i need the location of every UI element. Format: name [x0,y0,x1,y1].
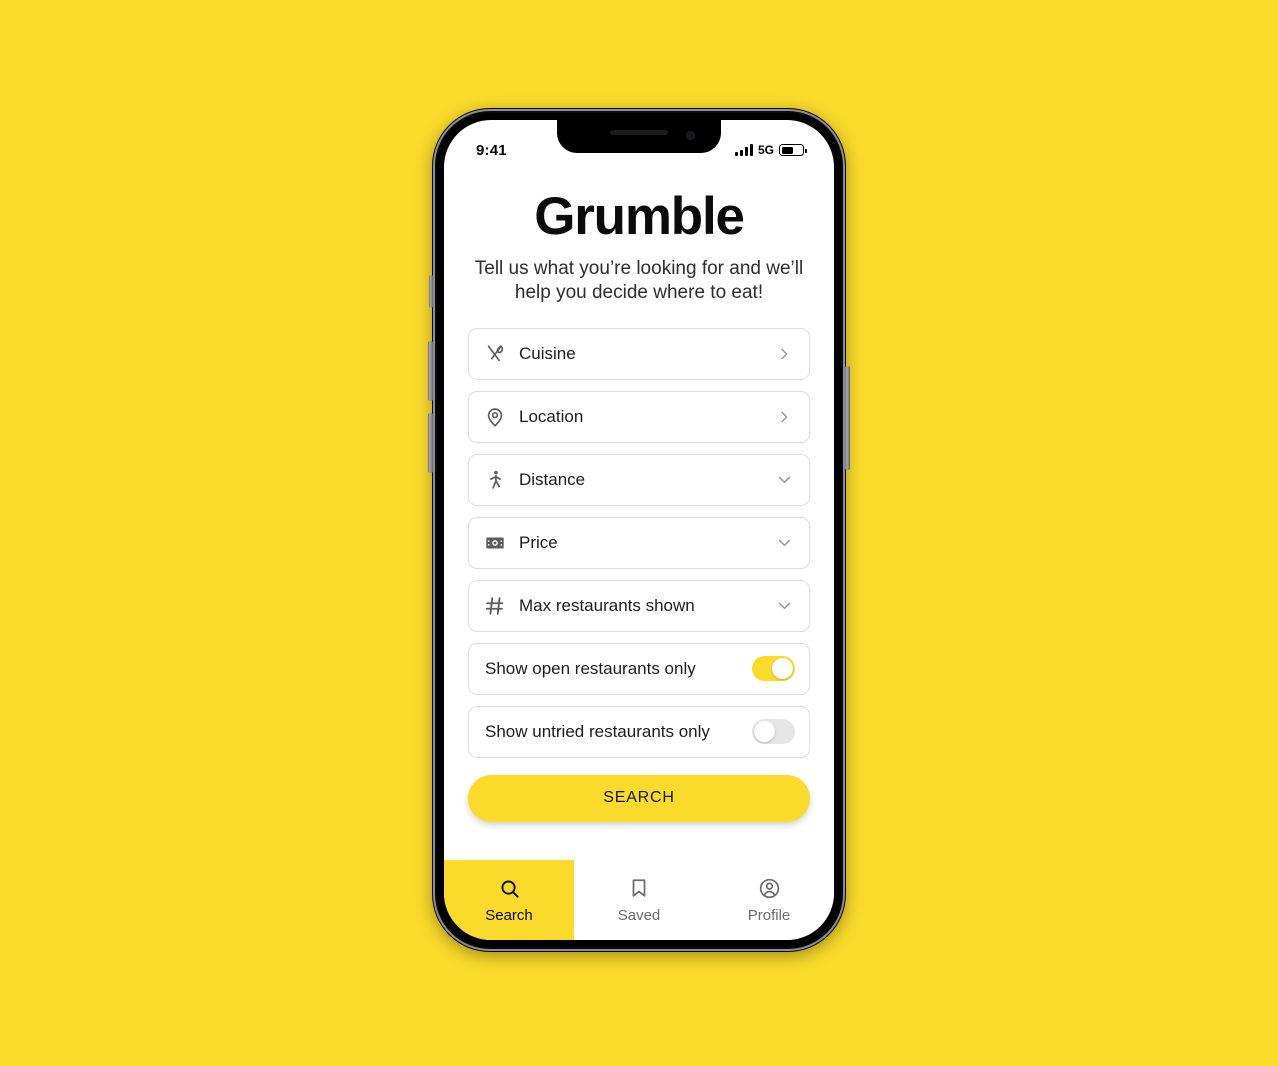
nav-label: Search [485,907,533,924]
number-sign-icon [483,594,507,618]
field-row-price[interactable]: Price [468,516,810,569]
nav-item-saved[interactable]: Saved [574,860,704,940]
volume-up-button[interactable] [428,341,433,401]
field-label: Distance [519,469,586,489]
app-root: 9:41 5G Grumble Tell us what you’re look… [444,120,834,940]
toggle-switch-open-only[interactable] [752,656,795,682]
silent-switch-button[interactable] [429,275,433,308]
field-label: Price [519,532,558,552]
status-time: 9:41 [476,141,507,159]
field-row-cuisine[interactable]: Cuisine [468,327,810,380]
volume-down-button[interactable] [428,413,433,473]
main-content: Grumble Tell us what you’re looking for … [444,168,834,847]
field-label: Location [519,406,584,426]
field-row-location[interactable]: Location [468,390,810,443]
walking-icon [483,468,507,492]
search-button[interactable]: SEARCH [468,774,810,822]
toggle-label: Show open restaurants only [485,658,696,678]
page-title: Grumble [534,187,745,246]
network-type-label: 5G [757,143,774,157]
cutlery-icon [483,342,507,366]
power-button[interactable] [845,366,850,470]
magnifier-icon [497,876,521,900]
chevron-down-icon [775,471,793,489]
field-label: Max restaurants shown [519,595,695,615]
banknote-icon [483,531,507,555]
battery-icon [779,144,807,156]
phone-screen: 9:41 5G Grumble Tell us what you’re look… [444,120,834,940]
status-indicators: 5G [734,143,807,157]
chevron-right-icon [775,345,793,363]
nav-label: Profile [747,907,791,924]
status-bar: 9:41 5G [444,120,834,168]
toggle-row-open-only[interactable]: Show open restaurants only [468,642,810,695]
chevron-down-icon [775,597,793,615]
chevron-down-icon [775,534,793,552]
field-label: Cuisine [519,343,576,363]
bottom-navigation: Search Saved Profile [444,860,834,940]
toggle-label: Show untried restaurants only [485,721,710,741]
nav-label: Saved [617,907,661,924]
field-row-max-restaurants[interactable]: Max restaurants shown [468,579,810,632]
map-pin-icon [483,405,507,429]
toggle-row-untried-only[interactable]: Show untried restaurants only [468,705,810,758]
field-row-distance[interactable]: Distance [468,453,810,506]
toggle-switch-untried-only[interactable] [752,719,795,745]
phone-mockup: 9:41 5G Grumble Tell us what you’re look… [428,108,850,952]
filter-fields-list: Cuisine Location Distance Price Max rest… [468,327,810,758]
bookmark-icon [627,876,651,900]
signal-bars-icon [734,144,753,156]
page-subtitle: Tell us what you’re looking for and we’l… [474,258,804,304]
nav-item-profile[interactable]: Profile [704,860,834,940]
chevron-right-icon [775,408,793,426]
nav-item-search[interactable]: Search [444,860,574,940]
user-circle-icon [757,876,781,900]
